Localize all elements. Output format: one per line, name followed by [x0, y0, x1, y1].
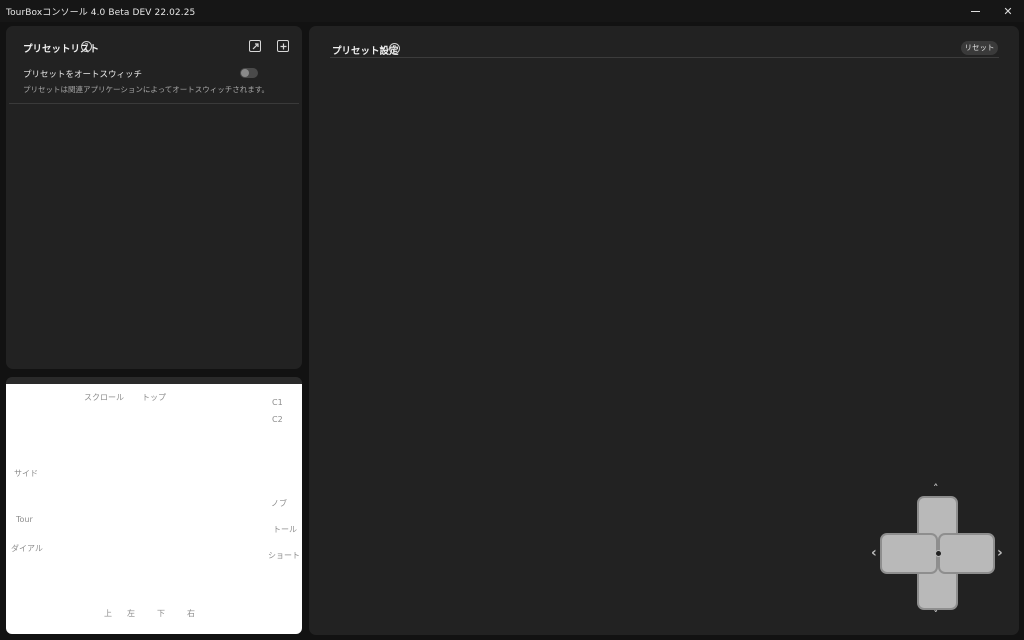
label-knob[interactable]: ノブ [271, 498, 287, 509]
app-title: TourBoxコンソール 4.0 Beta DEV 22.02.25 [6, 8, 196, 18]
divider [9, 103, 299, 104]
label-up[interactable]: 上 [104, 608, 112, 619]
title-bar: TourBoxコンソール 4.0 Beta DEV 22.02.25 ✕ [0, 0, 1024, 22]
help-icon[interactable]: ? [81, 41, 92, 52]
dpad-right-arrow-icon: › [997, 545, 1003, 561]
close-button[interactable]: ✕ [991, 0, 1024, 22]
dpad-left-arrow-icon: ‹ [871, 545, 877, 561]
label-tour[interactable]: Tour [16, 515, 33, 524]
label-c2[interactable]: C2 [272, 415, 283, 424]
label-dial[interactable]: ダイアル [11, 543, 43, 554]
divider [330, 57, 999, 58]
dpad-center [935, 550, 942, 557]
auto-switch-description: プリセットは関連アプリケーションによってオートスウィッチされます。 [23, 85, 269, 94]
dpad-left-key[interactable] [880, 533, 938, 574]
label-down[interactable]: 下 [157, 608, 165, 619]
device-diagram-panel: スクロール トップ C1 C2 サイド ノブ Tour トール ダイアル ショー… [6, 377, 302, 634]
label-side[interactable]: サイド [14, 468, 38, 479]
dpad-control: ˄ ˅ ‹ › [870, 482, 1008, 622]
label-tall[interactable]: トール [273, 524, 297, 535]
preset-list-panel: プリセットリスト ? プリセットをオートスウィッチ プリセットは関連アプリケーシ… [6, 26, 302, 369]
label-short[interactable]: ショート [268, 550, 300, 561]
label-c1[interactable]: C1 [272, 398, 283, 407]
label-right[interactable]: 右 [187, 608, 195, 619]
reset-button[interactable]: リセット [961, 41, 998, 55]
auto-switch-label: プリセットをオートスウィッチ [23, 70, 143, 80]
close-icon: ✕ [1003, 4, 1013, 18]
auto-switch-toggle[interactable] [240, 68, 258, 78]
dpad-up-arrow-icon: ˄ [933, 482, 939, 495]
label-left[interactable]: 左 [127, 608, 135, 619]
minimize-button[interactable] [958, 0, 992, 22]
label-scroll[interactable]: スクロール [84, 392, 124, 403]
toggle-knob [241, 69, 249, 77]
label-top[interactable]: トップ [142, 392, 166, 403]
help-icon[interactable]: ? [389, 43, 400, 54]
minimize-icon [970, 10, 980, 12]
import-preset-button[interactable] [249, 40, 261, 52]
plus-icon [280, 43, 286, 49]
add-preset-button[interactable] [277, 40, 289, 52]
dpad-right-key[interactable] [938, 533, 995, 574]
import-icon [252, 42, 259, 49]
